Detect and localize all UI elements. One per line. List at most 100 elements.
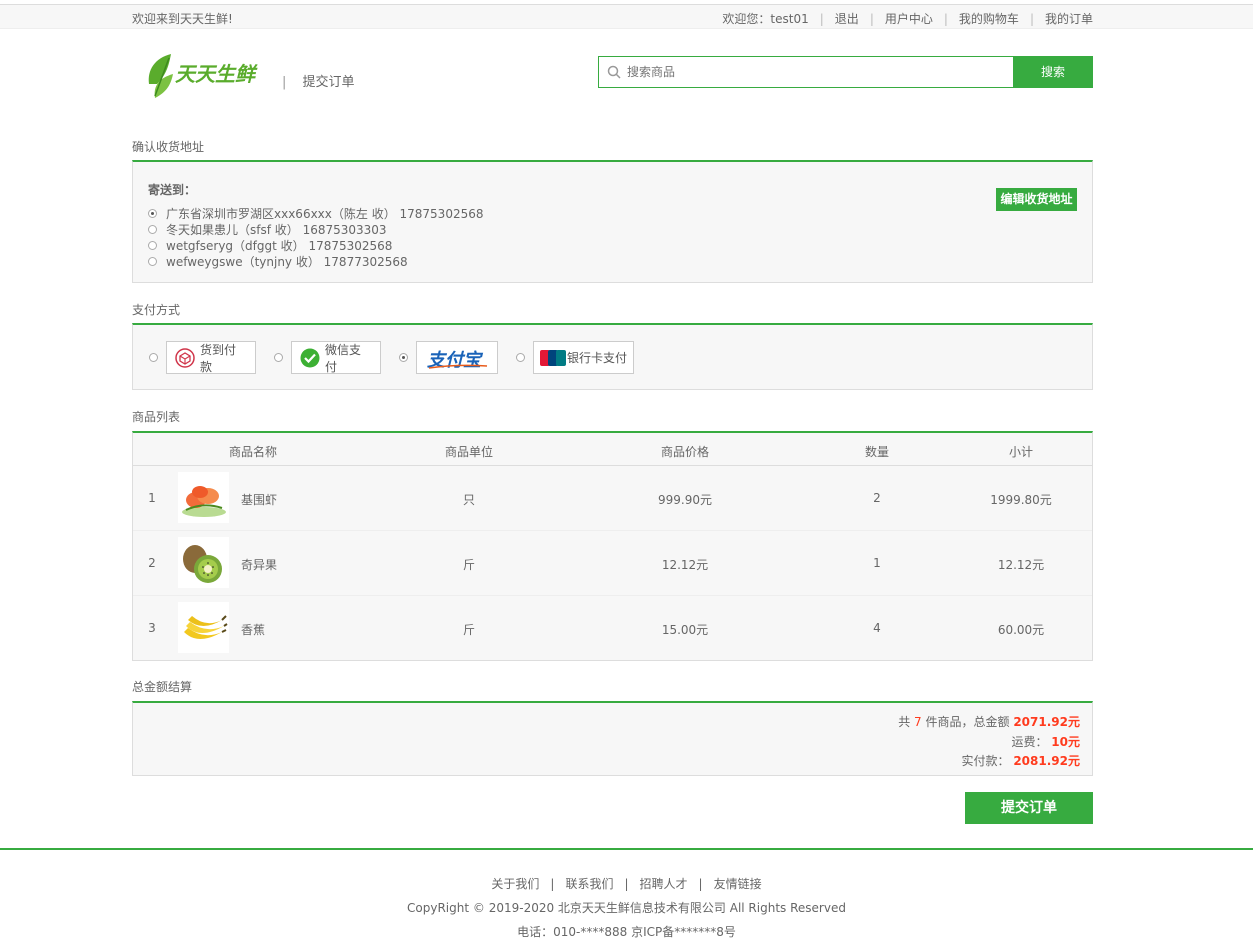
wechat-card[interactable]: 微信支付 [291,341,381,374]
payment-option-wechat[interactable]: 微信支付 [274,341,381,374]
total-section-title: 总金额结算 [132,680,193,694]
count-prefix: 共 [898,715,915,729]
product-unit: 斤 [462,623,475,637]
site-logo[interactable]: 天天生鲜 [145,50,270,100]
orders-link[interactable]: 我的订单 [1045,10,1093,27]
goods-table: 商品名称 商品单位 商品价格 数量 小计 1 基围虾 只 999.90元 2 1… [132,431,1093,661]
product-unit: 斤 [462,558,475,572]
search-button[interactable]: 搜索 [1013,56,1093,88]
wechat-pay-icon [300,348,320,368]
address-option[interactable]: 冬天如果患儿（sfsf 收） 16875303303 [148,221,484,237]
goods-section-title: 商品列表 [132,410,181,424]
freight-amount: 10元 [1051,735,1080,749]
row-index: 2 [148,556,156,570]
pay-label: 实付款： [961,754,1014,768]
page-subtitle: | 提交订单 [282,71,355,90]
freight-label: 运费： [1011,735,1052,749]
product-price: 999.90元 [658,493,712,507]
banana-image[interactable] [178,602,229,653]
pay-amount-line: 实付款： 2081.92元 [962,752,1081,769]
freight-line: 运费： 10元 [1011,733,1080,750]
product-name[interactable]: 基围虾 [241,491,285,508]
footer-links: 关于我们 | 联系我们 | 招聘人才 | 友情链接 [0,875,1253,892]
table-row: 2 奇异果 斤 12.12元 1 12.12元 [133,531,1092,596]
cart-link[interactable]: 我的购物车 [959,10,1019,27]
separator: | [1029,11,1034,26]
separator: | [282,75,287,90]
alipay-card[interactable]: 支付宝 [416,341,498,374]
header-qty: 数量 [864,445,889,459]
footer-link-jobs[interactable]: 招聘人才 [640,877,688,891]
cod-label: 货到付款 [200,342,237,374]
top-links: 欢迎您：test01 | 退出 | 用户中心 | 我的购物车 | 我的订单 [722,10,1093,27]
product-subtotal: 1999.80元 [990,493,1052,507]
edit-address-button[interactable]: 编辑收货地址 [996,188,1077,211]
page-title: 提交订单 [302,75,355,90]
radio-alipay[interactable] [399,353,408,362]
footer-link-friends[interactable]: 友情链接 [714,877,762,891]
unionpay-card[interactable]: 银行卡支付 [533,341,634,374]
separator: | [943,11,948,26]
payment-panel: 货到付款 微信支付 支付宝 银行卡支付 [132,323,1093,390]
address-option[interactable]: 广东省深圳市罗湖区xxx66xxx（陈左 收） 17875302568 [148,205,484,221]
product-qty: 2 [873,491,881,505]
separator: | [819,11,824,26]
footer-tel: 电话：010-****888 京ICP备*******8号 [517,925,736,939]
address-panel: 寄送到： 广东省深圳市罗湖区xxx66xxx（陈左 收） 17875302568… [132,160,1093,283]
address-option[interactable]: wefweygswe（tynjny 收） 17877302568 [148,253,484,269]
header-price: 商品价格 [660,445,709,459]
separator: | [624,877,629,891]
total-amount: 2071.92元 [1013,715,1080,729]
address-section-title: 确认收货地址 [132,140,205,154]
address-text: wetgfseryg（dfggt 收） 17875302568 [166,238,393,253]
top-bar: 欢迎来到天天生鲜! 欢迎您：test01 | 退出 | 用户中心 | 我的购物车… [0,4,1253,29]
payment-option-cod[interactable]: 货到付款 [149,341,256,374]
payment-section-title: 支付方式 [132,303,181,317]
radio-cod[interactable] [149,353,158,362]
footer-link-about[interactable]: 关于我们 [491,877,539,891]
unionpay-label: 银行卡支付 [567,351,628,365]
table-row: 3 香蕉 斤 15.00元 4 60.00元 [133,596,1092,661]
pay-amount: 2081.92元 [1013,754,1080,768]
total-count-line: 共 7 件商品，总金额 2071.92元 [898,713,1080,730]
address-radio[interactable] [148,208,157,218]
separator: | [550,877,555,891]
wechat-label: 微信支付 [325,342,362,374]
cod-card[interactable]: 货到付款 [166,341,256,374]
submit-order-button[interactable]: 提交订单 [965,792,1093,824]
search-box [598,56,1014,88]
kiwi-image[interactable] [178,537,229,588]
payment-option-alipay[interactable]: 支付宝 [399,341,498,374]
radio-wechat[interactable] [274,353,283,362]
ship-to-label: 寄送到： [148,183,197,197]
address-option[interactable]: wetgfseryg（dfggt 收） 17875302568 [148,237,484,253]
footer-divider [0,848,1253,850]
address-radio[interactable] [148,240,157,250]
payment-option-unionpay[interactable]: 银行卡支付 [516,341,634,374]
header-name: 商品名称 [228,445,277,459]
product-name[interactable]: 香蕉 [241,621,285,638]
address-radio[interactable] [148,224,157,234]
address-text: 冬天如果患儿（sfsf 收） 16875303303 [166,222,387,237]
footer-copyright: CopyRight © 2019-2020 北京天天生鲜信息技术有限公司 All… [407,901,846,915]
unionpay-icon [540,349,566,367]
svg-text:天天生鲜: 天天生鲜 [175,62,258,86]
radio-unionpay[interactable] [516,353,525,362]
product-name[interactable]: 奇异果 [241,556,285,573]
shrimp-image[interactable] [178,472,229,523]
separator: | [869,11,874,26]
separator: | [698,877,703,891]
row-index: 3 [148,621,156,635]
address-radio[interactable] [148,256,157,266]
user-center-link[interactable]: 用户中心 [885,10,933,27]
product-price: 15.00元 [661,623,709,637]
logout-link[interactable]: 退出 [835,10,859,27]
welcome-text: 欢迎来到天天生鲜! [132,12,233,26]
search-icon [607,65,621,79]
search-input[interactable] [627,63,997,81]
product-unit: 只 [462,493,475,507]
cash-on-delivery-icon [175,347,195,368]
product-qty: 1 [873,556,881,570]
address-list: 广东省深圳市罗湖区xxx66xxx（陈左 收） 17875302568 冬天如果患… [148,205,484,269]
footer-link-contact[interactable]: 联系我们 [565,877,613,891]
